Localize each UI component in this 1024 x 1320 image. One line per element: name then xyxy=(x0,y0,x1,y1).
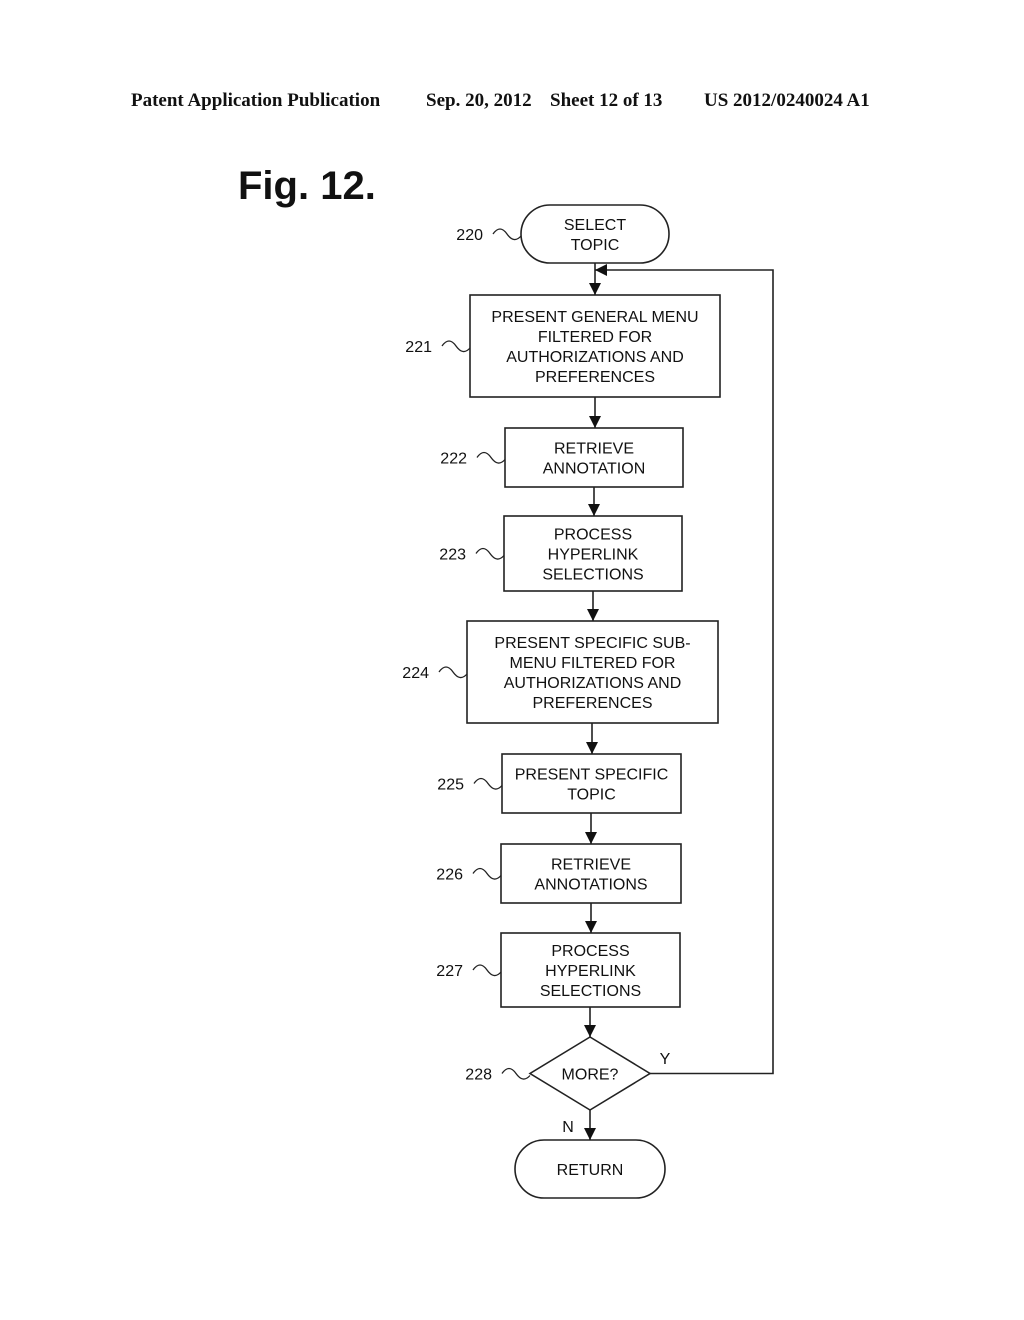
arrowhead-icon xyxy=(585,832,597,844)
leader-squiggle xyxy=(473,777,503,790)
arrowhead-icon xyxy=(584,1025,596,1037)
reference-numeral: 225 xyxy=(437,777,464,794)
step-text-line: HYPERLINK xyxy=(545,963,636,980)
step-226: RETRIEVE ANNOTATIONS 226 xyxy=(436,843,682,904)
step-text-line: PRESENT SPECIFIC xyxy=(515,767,669,784)
reference-numeral: 220 xyxy=(456,227,483,244)
step-text-line: MORE? xyxy=(562,1067,619,1084)
leader-squiggle xyxy=(476,451,506,464)
reference-numeral: 228 xyxy=(465,1067,492,1084)
terminal-shape xyxy=(520,204,670,264)
step-text-line: PROCESS xyxy=(551,943,629,960)
step-text-line: TOPIC xyxy=(567,787,616,804)
process-box xyxy=(501,753,682,814)
step-224: PRESENT SPECIFIC SUB- MENU FILTERED FOR AU… xyxy=(402,620,719,724)
leader-squiggle xyxy=(472,867,502,880)
step-return: RETURN xyxy=(514,1139,666,1199)
step-227: PROCESS HYPERLINK SELECTIONS 227 xyxy=(436,932,681,1008)
step-text-line: RETURN xyxy=(557,1162,624,1179)
leader-squiggle xyxy=(475,547,505,560)
step-222: RETRIEVE ANNOTATION 222 xyxy=(440,427,684,488)
leader-squiggle xyxy=(492,228,522,241)
step-text-line: TOPIC xyxy=(571,237,620,254)
step-text-line: RETRIEVE xyxy=(554,441,634,458)
leader-squiggle xyxy=(472,964,502,977)
step-text-line: SELECTIONS xyxy=(540,983,641,1000)
arrowhead-icon xyxy=(588,504,600,516)
branch-label-yes: Y xyxy=(660,1051,671,1068)
arrowhead-icon xyxy=(589,283,601,295)
step-text-line: AUTHORIZATIONS AND xyxy=(504,675,682,692)
arrowhead-icon xyxy=(585,921,597,933)
reference-numeral: 226 xyxy=(436,867,463,884)
flowchart: SELECT TOPIC 220 PRESENT GENERAL MENU FILTER… xyxy=(402,204,774,1199)
reference-numeral: 223 xyxy=(439,547,466,564)
step-text-line: SELECT xyxy=(564,217,626,234)
branch-label-no: N xyxy=(562,1119,574,1136)
step-text-line: PRESENT GENERAL MENU xyxy=(491,309,698,326)
step-text-line: ANNOTATIONS xyxy=(534,877,647,894)
leader-squiggle xyxy=(438,666,468,679)
arrowhead-icon xyxy=(595,264,607,276)
reference-numeral: 224 xyxy=(402,665,429,682)
step-text-line: SELECTIONS xyxy=(542,567,643,584)
leader-squiggle xyxy=(441,340,471,353)
step-225: PRESENT SPECIFIC TOPIC 225 xyxy=(437,753,682,814)
step-text-line: FILTERED FOR xyxy=(538,329,652,346)
arrowhead-icon xyxy=(586,742,598,754)
step-text-line: MENU FILTERED FOR xyxy=(510,655,676,672)
step-text-line: AUTHORIZATIONS AND xyxy=(506,349,684,366)
step-223: PROCESS HYPERLINK SELECTIONS 223 xyxy=(439,515,683,592)
step-text-line: PRESENT SPECIFIC SUB- xyxy=(494,635,690,652)
leader-squiggle xyxy=(501,1067,531,1080)
arrowhead-icon xyxy=(587,609,599,621)
step-text-line: PROCESS xyxy=(554,527,632,544)
step-text-line: PREFERENCES xyxy=(535,369,655,386)
step-220: SELECT TOPIC 220 xyxy=(456,204,670,264)
step-text-line: ANNOTATION xyxy=(543,461,646,478)
step-text-line: HYPERLINK xyxy=(548,547,639,564)
arrowhead-icon xyxy=(584,1128,596,1140)
step-text-line: PREFERENCES xyxy=(532,695,652,712)
process-box xyxy=(500,843,682,904)
reference-numeral: 221 xyxy=(405,339,432,356)
step-228: MORE? 228 xyxy=(465,1036,652,1111)
arrowhead-icon xyxy=(589,416,601,428)
step-text-line: RETRIEVE xyxy=(551,857,631,874)
step-221: PRESENT GENERAL MENU FILTERED FOR AUTHORIZ… xyxy=(405,294,721,398)
process-box xyxy=(504,427,684,488)
reference-numeral: 227 xyxy=(436,963,463,980)
reference-numeral: 222 xyxy=(440,451,467,468)
